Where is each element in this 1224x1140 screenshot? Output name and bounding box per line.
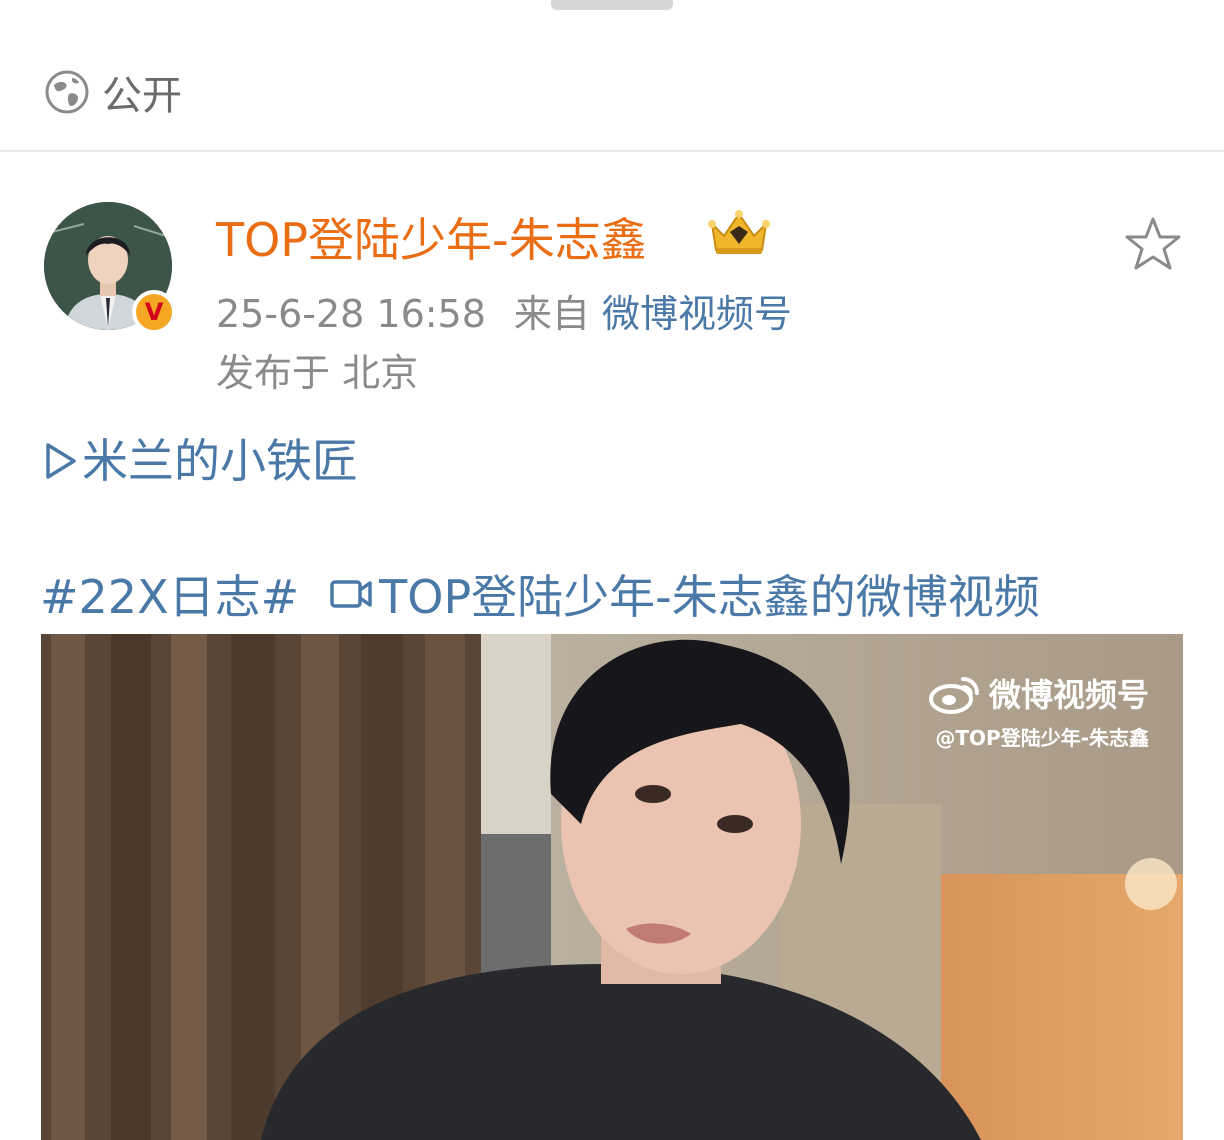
- visibility-label: 公开: [102, 73, 182, 119]
- song-title: 米兰的小铁匠: [82, 434, 358, 488]
- post-meta: 25-6-28 16:58 来自 微博视频号: [216, 283, 792, 338]
- verified-badge-icon: V: [132, 290, 176, 334]
- weibo-logo-icon: [928, 677, 979, 714]
- play-triangle-icon: [46, 443, 76, 479]
- post-timestamp: 25-6-28 16:58: [216, 292, 486, 336]
- post-source-link[interactable]: 微博视频号: [602, 292, 792, 336]
- favorite-star-icon[interactable]: [1124, 216, 1182, 272]
- video-watermark: 微博视频号 @TOP登陆少年-朱志鑫: [927, 670, 1149, 751]
- topic-hashtag[interactable]: #22X日志#: [40, 561, 299, 627]
- author-name[interactable]: TOP登陆少年-朱志鑫: [216, 204, 647, 270]
- globe-icon: [45, 70, 89, 114]
- video-player[interactable]: 微博视频号 @TOP登陆少年-朱志鑫: [41, 634, 1183, 1140]
- visibility-selector[interactable]: 公开: [44, 66, 182, 119]
- post-text: #22X日志# TOP登陆少年-朱志鑫的微博视频: [40, 561, 1040, 627]
- divider: [0, 150, 1224, 152]
- source-prefix: 来自: [513, 292, 590, 336]
- song-link[interactable]: 米兰的小铁匠: [44, 425, 358, 491]
- sheet-drag-handle[interactable]: [551, 0, 673, 10]
- crown-badge-icon[interactable]: [706, 206, 772, 258]
- video-camera-icon: [330, 580, 372, 608]
- watermark-brand: 微博视频号: [988, 676, 1149, 714]
- post-location: 发布于 北京: [216, 351, 419, 395]
- video-title-link[interactable]: TOP登陆少年-朱志鑫的微博视频: [379, 561, 1040, 627]
- watermark-handle: @TOP登陆少年-朱志鑫: [935, 726, 1149, 750]
